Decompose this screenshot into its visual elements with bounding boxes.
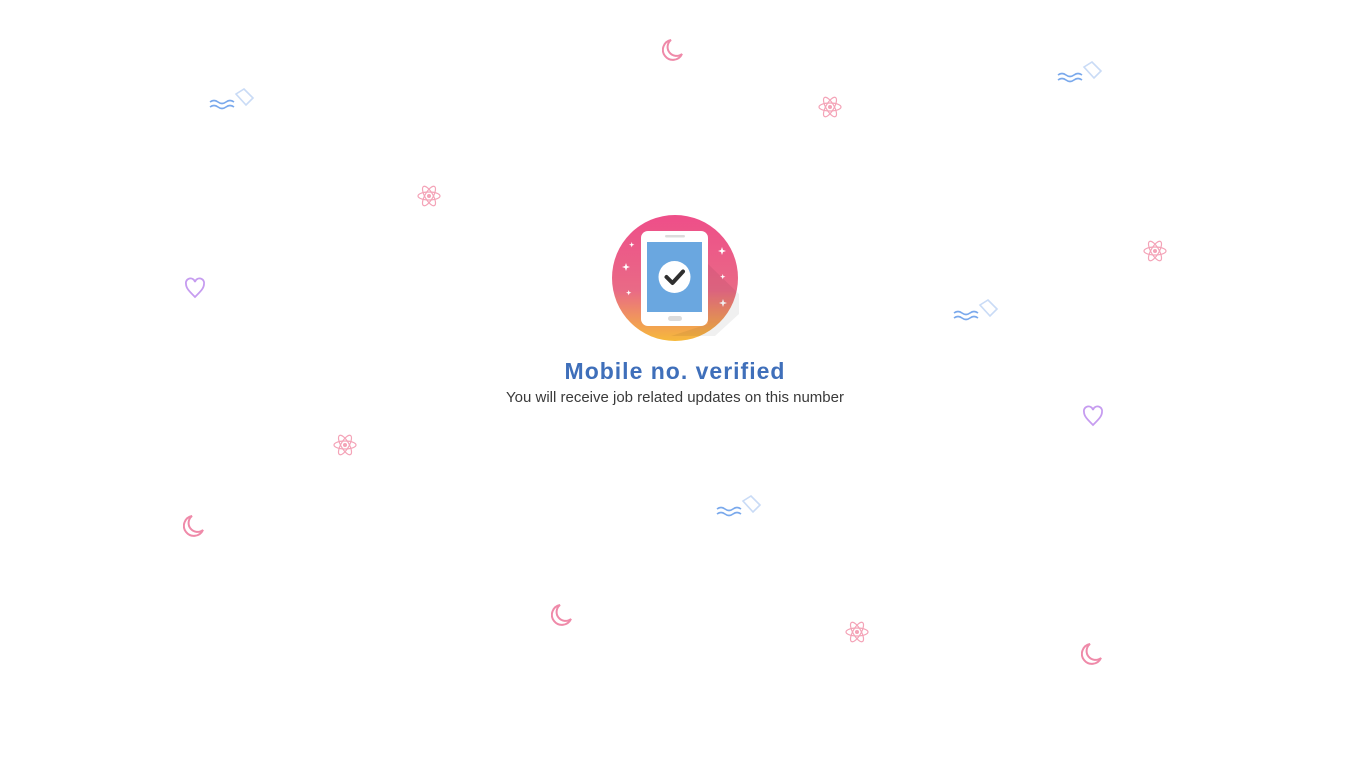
verification-subtitle: You will receive job related updates on … [506,389,844,406]
moon-icon [551,604,572,626]
heart-icon [1083,405,1103,427]
page: Mobile no. verified You will receive job… [0,0,1350,768]
wave-cloud-icon [209,88,255,110]
moon-icon [662,39,683,61]
wave-cloud-icon [716,495,762,517]
wave-cloud-icon [1057,61,1103,83]
phone-checkmark-icon [612,215,739,341]
atom-icon [417,185,441,207]
verification-panel: Mobile no. verified You will receive job… [0,214,1350,408]
verification-title: Mobile no. verified [564,358,786,384]
moon-icon [1081,643,1102,665]
moon-icon [183,515,204,537]
atom-icon [818,96,842,118]
atom-icon [845,621,869,643]
atom-icon [333,434,357,456]
